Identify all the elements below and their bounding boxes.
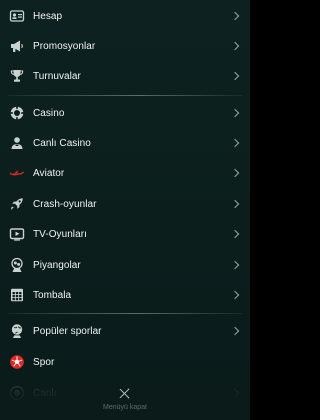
menu-item-label: Spor bbox=[33, 356, 55, 368]
menu-item-label: Tombala bbox=[33, 289, 72, 301]
menu-item-label: TV-Oyunları bbox=[33, 228, 87, 240]
soccer-ball-icon bbox=[9, 354, 25, 370]
menu-item-piyangolar[interactable]: Piyangolar bbox=[0, 250, 250, 280]
menu-item-tombala[interactable]: Tombala bbox=[0, 280, 250, 310]
menu-item-hesap[interactable]: Hesap bbox=[0, 1, 250, 31]
menu-item-label: Promosyonlar bbox=[33, 40, 96, 52]
chevron-right-icon bbox=[230, 260, 240, 270]
side-menu-panel: Hesap Promosyonlar Turnuvalar Casino Can… bbox=[0, 0, 250, 420]
tv-icon bbox=[9, 226, 25, 242]
menu-item-promosyonlar[interactable]: Promosyonlar bbox=[0, 31, 250, 61]
chevron-right-icon bbox=[230, 41, 240, 51]
rocket-icon bbox=[9, 196, 25, 212]
menu-item-label: Turnuvalar bbox=[33, 70, 81, 82]
close-menu-area: Menüyü kapat bbox=[0, 384, 250, 420]
trophy-icon bbox=[9, 68, 25, 84]
id-card-icon bbox=[9, 8, 25, 24]
section-divider bbox=[8, 95, 242, 96]
aviator-plane-icon bbox=[9, 165, 25, 181]
chevron-right-icon bbox=[230, 168, 240, 178]
menu-item-canli-casino[interactable]: Canlı Casino bbox=[0, 128, 250, 158]
section-divider bbox=[8, 313, 242, 314]
chevron-right-icon bbox=[230, 290, 240, 300]
bingo-card-icon bbox=[9, 287, 25, 303]
close-menu-label[interactable]: Menüyü kapat bbox=[103, 404, 147, 411]
close-icon[interactable] bbox=[116, 385, 134, 403]
menu-item-spor[interactable]: Spor bbox=[0, 347, 250, 377]
menu-item-crash-oyunlar[interactable]: Crash-oyunlar bbox=[0, 189, 250, 219]
menu-item-label: Hesap bbox=[33, 10, 63, 22]
globe-sports-icon bbox=[9, 323, 25, 339]
menu-item-label: Popüler sporlar bbox=[33, 325, 102, 337]
chevron-right-icon bbox=[230, 71, 240, 81]
menu-item-label: Canlı Casino bbox=[33, 137, 91, 149]
chevron-right-icon bbox=[230, 326, 240, 336]
casino-chip-icon bbox=[9, 105, 25, 121]
lottery-balls-icon bbox=[9, 257, 25, 273]
chevron-right-icon bbox=[230, 138, 240, 148]
menu-item-tv-oyunlari[interactable]: TV-Oyunları bbox=[0, 219, 250, 249]
megaphone-icon bbox=[9, 38, 25, 54]
chevron-right-icon bbox=[230, 229, 240, 239]
menu-item-casino[interactable]: Casino bbox=[0, 98, 250, 128]
menu-item-aviator[interactable]: Aviator bbox=[0, 158, 250, 188]
menu-item-populer-sporlar[interactable]: Popüler sporlar bbox=[0, 316, 250, 346]
chevron-right-icon bbox=[230, 108, 240, 118]
chevron-right-icon bbox=[230, 199, 240, 209]
menu-item-label: Crash-oyunlar bbox=[33, 198, 97, 210]
menu-item-label: Aviator bbox=[33, 167, 65, 179]
chevron-right-icon bbox=[230, 11, 240, 21]
menu-item-label: Piyangolar bbox=[33, 259, 81, 271]
menu-item-label: Casino bbox=[33, 107, 65, 119]
menu-item-turnuvalar[interactable]: Turnuvalar bbox=[0, 61, 250, 91]
live-dealer-icon bbox=[9, 135, 25, 151]
